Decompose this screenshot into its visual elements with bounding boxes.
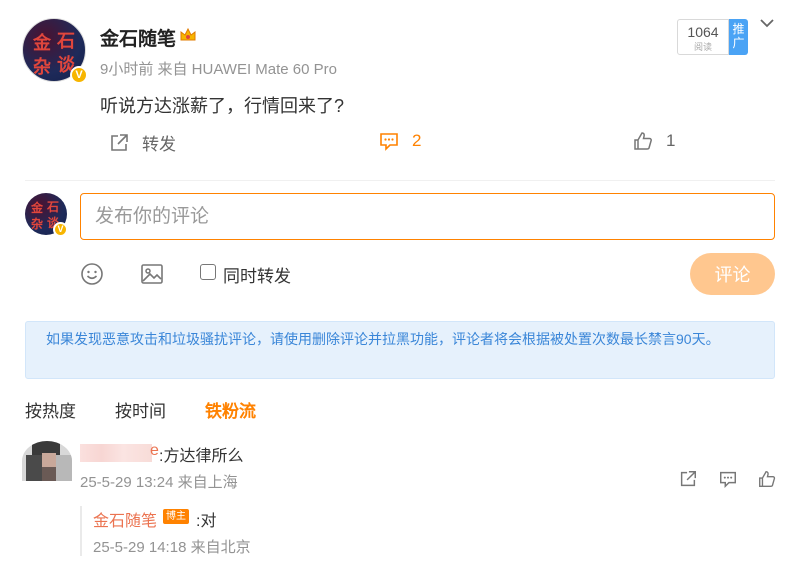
avatar-glyph: 石 [47,200,60,214]
avatar-glyph: 杂 [31,217,44,231]
tab-sort-time[interactable]: 按时间 [115,397,166,422]
comment-meta: 25-5-29 13:24 来自上海 [80,474,238,491]
thumbs-up-icon [634,132,652,150]
comment-text: :方达律所么 [159,448,244,465]
read-label: 阅读 [693,42,712,52]
reply-meta: 25-5-29 14:18 来自北京 [93,539,251,556]
comment-icon [380,133,398,151]
moderation-notice: 如果发现恶意攻击和垃圾骚扰评论，请使用删除评论并拉黑功能，评论者将会根据被处置次… [25,321,775,379]
author-name[interactable]: 金石随笔 [100,24,176,51]
thumbs-up-icon[interactable] [757,469,777,489]
comment-count: 2 [412,131,422,150]
avatar-glyph: 金 [33,33,51,54]
commenter-name-blurred[interactable] [80,444,152,462]
like-button[interactable]: 1 [632,130,675,152]
read-count-box: 1064 阅读 [677,19,729,55]
like-count: 1 [666,131,676,150]
post-meta: 9小时前 来自 HUAWEI Mate 60 Pro [100,61,337,78]
comment-input[interactable] [80,193,775,240]
emoji-icon[interactable] [80,262,104,286]
share-label: 转发 [142,135,176,154]
read-count: 1064 [687,24,719,40]
comment-icon[interactable] [718,469,738,489]
share-icon[interactable] [678,469,698,489]
image-icon[interactable] [140,262,164,286]
reply-author[interactable]: 金石随笔 [93,507,157,531]
divider [25,180,775,181]
tab-sort-hot[interactable]: 按热度 [25,397,76,422]
post-content: 听说方达涨薪了，行情回来了? [100,96,345,116]
verified-badge-icon: V [53,222,68,237]
share-icon [111,133,128,151]
avatar-glyph: 石 [57,31,75,52]
avatar-glyph: 金 [31,201,44,215]
share-button[interactable]: 转发 [108,130,176,155]
comment-button[interactable]: 2 [378,130,421,152]
repost-checkbox[interactable] [200,264,216,280]
promote-button[interactable]: 推广 [729,19,748,55]
submit-comment-button[interactable]: 评论 [690,253,775,295]
avatar-glyph: 杂 [33,57,51,78]
chevron-down-icon[interactable] [759,16,775,30]
reply-thread-line [80,506,82,556]
commenter-avatar[interactable] [22,441,72,481]
verified-badge-icon: V [70,66,88,84]
author-badge: 博主 [163,509,189,524]
tab-sort-fans[interactable]: 铁粉流 [205,397,256,422]
reply-text: :对 [196,513,217,530]
repost-label: 同时转发 [223,267,291,286]
commenter-name-suffix[interactable]: e [150,442,159,460]
crown-icon [180,27,196,41]
